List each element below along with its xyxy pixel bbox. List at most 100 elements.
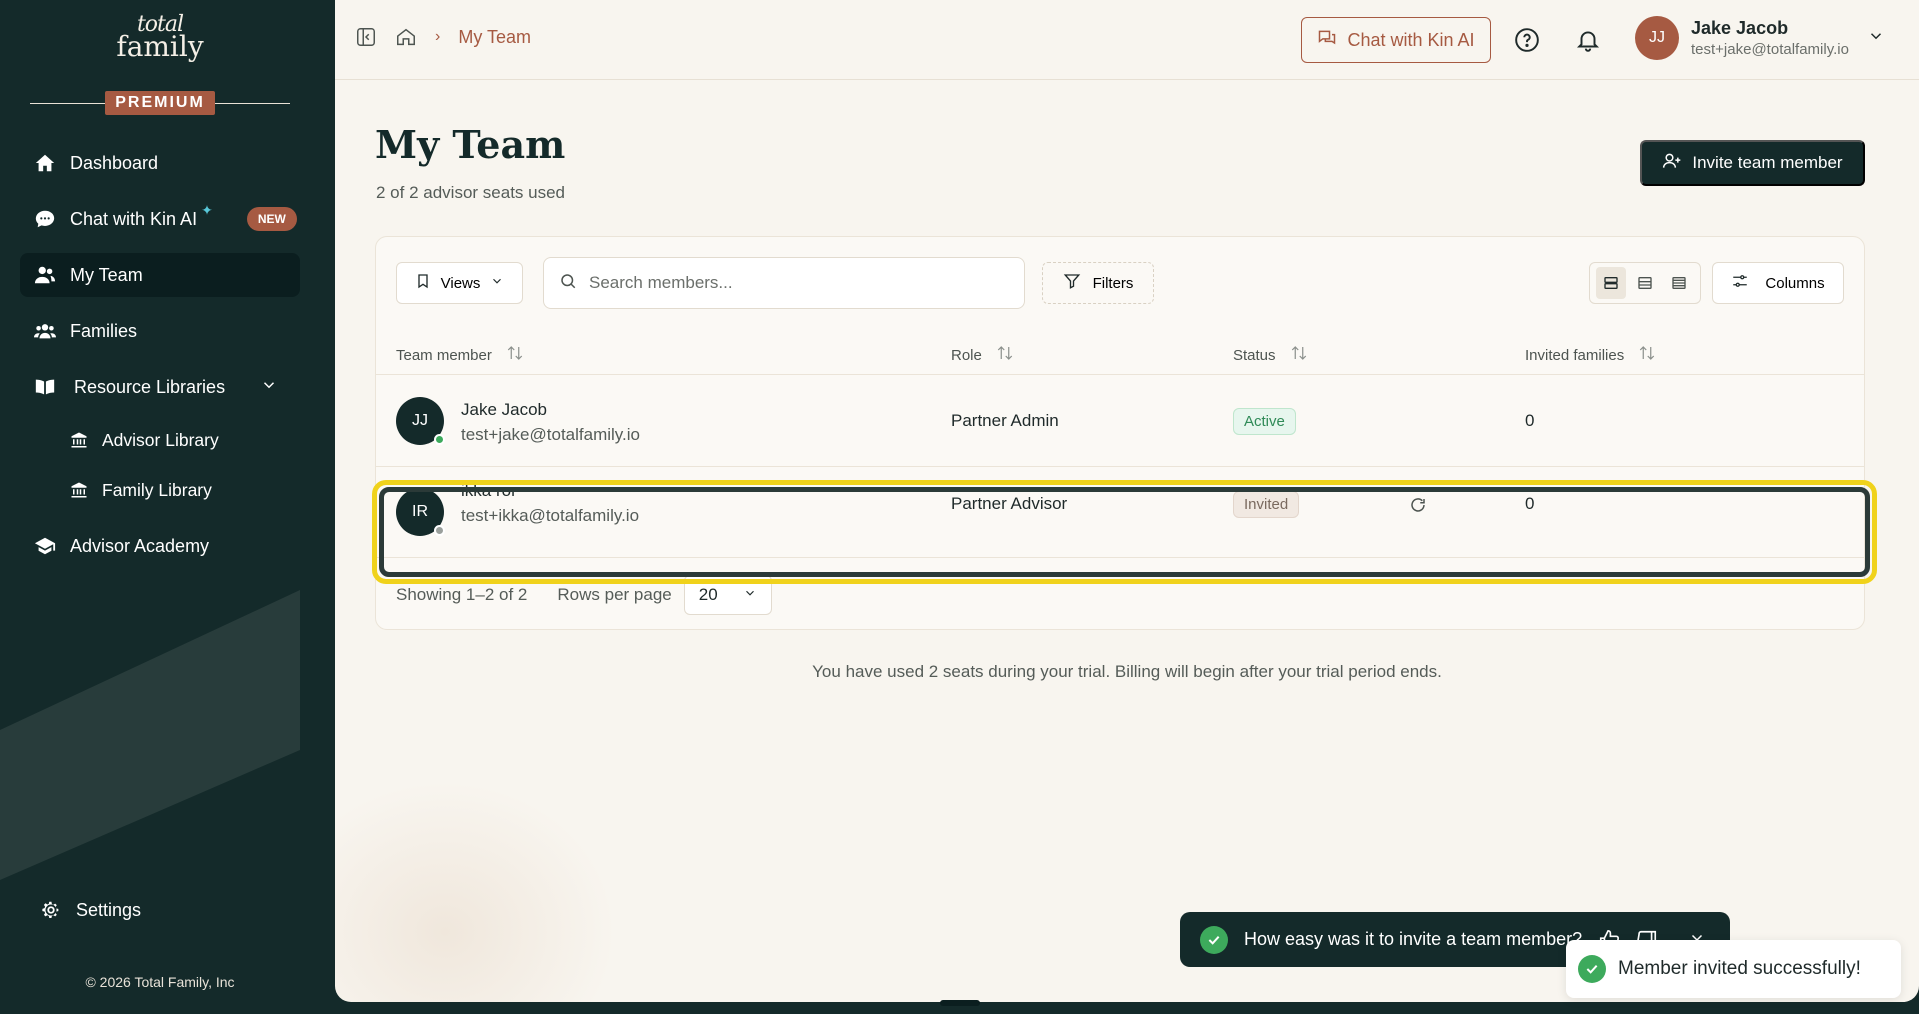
member-role: Partner Advisor xyxy=(951,494,1068,513)
sidebar-item-families[interactable]: Families xyxy=(20,309,300,353)
column-header-label: Role xyxy=(951,346,982,364)
search-members xyxy=(543,257,1025,309)
invited-families-count: 0 xyxy=(1525,494,1535,513)
seats-used-text: 2 of 2 advisor seats used xyxy=(376,183,566,202)
sidebar-item-my-team[interactable]: My Team xyxy=(20,253,300,297)
logo-text-bottom: family xyxy=(116,30,204,63)
sidebar-decoration xyxy=(0,590,300,880)
status-badge: Active xyxy=(1233,408,1296,435)
sidebar-item-resource-libraries[interactable]: Resource Libraries xyxy=(20,365,300,409)
user-email: test+jake@totalfamily.io xyxy=(1691,41,1849,58)
check-icon xyxy=(1578,955,1606,983)
status-badge: Invited xyxy=(1233,491,1300,518)
sidebar-item-label: Settings xyxy=(76,899,142,920)
user-plus-icon xyxy=(1662,151,1682,176)
filters-button[interactable]: Filters xyxy=(1042,262,1154,304)
search-input[interactable] xyxy=(589,273,989,293)
sidebar-item-label: Advisor Library xyxy=(102,429,219,450)
gear-icon xyxy=(40,899,62,921)
columns-label: Columns xyxy=(1765,274,1825,292)
table-header: Team member Role Status Invited families xyxy=(376,333,1864,375)
density-compact-icon[interactable] xyxy=(1664,267,1694,299)
invite-team-member-button[interactable]: Invite team member xyxy=(1640,140,1865,186)
graduation-cap-icon xyxy=(34,535,56,557)
user-menu[interactable]: JJ Jake Jacob test+jake@totalfamily.io xyxy=(1635,16,1885,60)
offline-status-dot xyxy=(434,525,445,536)
home-icon[interactable] xyxy=(395,26,417,48)
resend-invite-icon[interactable] xyxy=(1408,495,1428,515)
table-row[interactable]: JJ Jake Jacob test+jake@totalfamily.io P… xyxy=(376,376,1864,467)
density-toggle xyxy=(1589,262,1701,304)
chevron-down-icon xyxy=(1867,27,1885,50)
sidebar-item-advisor-library[interactable]: Advisor Library xyxy=(20,418,300,462)
bookmark-icon xyxy=(415,273,431,293)
help-icon[interactable] xyxy=(1512,25,1542,55)
member-name: Jake Jacob xyxy=(461,400,547,419)
sidebar-item-label: Dashboard xyxy=(70,152,159,173)
breadcrumb-current[interactable]: My Team xyxy=(458,27,531,48)
invited-families-count: 0 xyxy=(1525,411,1535,430)
bell-icon[interactable] xyxy=(1573,25,1603,55)
member-email: test+jake@totalfamily.io xyxy=(461,425,640,444)
filters-label: Filters xyxy=(1092,274,1134,292)
sidebar-item-label: Advisor Academy xyxy=(70,535,210,556)
sidebar-item-dashboard[interactable]: Dashboard xyxy=(20,141,300,185)
breadcrumb-separator-icon: › xyxy=(435,28,441,45)
chat-bubble-icon xyxy=(34,208,56,230)
check-icon xyxy=(1200,925,1228,954)
table-row[interactable]: IR ikka ror test+ikka@totalfamily.io Par… xyxy=(376,467,1864,558)
views-dropdown[interactable]: Views xyxy=(396,262,523,304)
users-icon xyxy=(34,264,56,286)
sidebar-item-label: Families xyxy=(70,320,138,341)
top-bar: › My Team Chat with Kin AI JJ Jake Jacob… xyxy=(335,0,1919,80)
sidebar-toggle-icon[interactable] xyxy=(355,26,377,48)
member-name: ikka ror xyxy=(461,481,517,500)
sidebar-item-settings[interactable]: Settings xyxy=(20,888,300,932)
pagination: Showing 1–2 of 2 Rows per page 20 xyxy=(396,575,772,615)
sidebar-item-label: My Team xyxy=(70,264,143,285)
user-name: Jake Jacob xyxy=(1691,18,1789,38)
library-building-icon xyxy=(68,429,90,451)
breadcrumb: › My Team xyxy=(355,26,531,48)
column-header-role[interactable]: Role xyxy=(951,345,1014,365)
page-title: My Team xyxy=(375,122,566,167)
home-icon xyxy=(34,152,56,174)
sidebar-item-chat-kin-ai[interactable]: Chat with Kin AI ✦ NEW xyxy=(20,197,300,241)
rows-per-page-label: Rows per page xyxy=(557,585,672,604)
density-standard-icon[interactable] xyxy=(1630,267,1660,299)
column-header-invited-families[interactable]: Invited families xyxy=(1525,345,1656,365)
column-header-label: Invited families xyxy=(1525,346,1625,364)
rows-per-page-value: 20 xyxy=(698,585,718,604)
column-header-team-member[interactable]: Team member xyxy=(396,345,524,365)
sort-icon xyxy=(996,345,1014,365)
chat-bubbles-icon xyxy=(1317,28,1337,53)
drag-handle[interactable] xyxy=(940,1000,980,1006)
rows-per-page-select[interactable]: 20 xyxy=(683,575,772,615)
premium-divider: PREMIUM xyxy=(30,91,290,115)
feedback-question: How easy was it to invite a team member? xyxy=(1244,929,1583,949)
showing-count: Showing 1–2 of 2 xyxy=(396,585,528,604)
library-building-icon xyxy=(68,479,90,501)
chevron-down-icon xyxy=(490,274,504,292)
chevron-down-icon xyxy=(743,585,757,605)
brand-logo[interactable]: total family xyxy=(0,14,320,61)
online-status-dot xyxy=(434,434,445,445)
success-toast: Member invited successfully! xyxy=(1566,940,1901,998)
column-header-status[interactable]: Status xyxy=(1233,345,1308,365)
chat-kin-ai-button[interactable]: Chat with Kin AI xyxy=(1301,17,1491,63)
views-label: Views xyxy=(440,274,481,292)
columns-button[interactable]: Columns xyxy=(1712,262,1844,304)
sidebar-item-advisor-academy[interactable]: Advisor Academy xyxy=(20,524,300,568)
chat-kin-ai-label: Chat with Kin AI xyxy=(1347,29,1475,50)
new-badge: NEW xyxy=(246,207,297,231)
density-comfortable-icon[interactable] xyxy=(1596,267,1626,299)
sidebar-item-label: Chat with Kin AI xyxy=(70,208,198,229)
sort-icon xyxy=(1638,345,1656,365)
families-icon xyxy=(34,320,56,342)
toast-message: Member invited successfully! xyxy=(1618,958,1861,979)
sort-icon xyxy=(1290,345,1308,365)
book-open-icon xyxy=(34,376,56,398)
sidebar-item-family-library[interactable]: Family Library xyxy=(20,468,300,512)
chevron-down-icon[interactable] xyxy=(260,376,278,399)
member-email: test+ikka@totalfamily.io xyxy=(461,506,640,525)
